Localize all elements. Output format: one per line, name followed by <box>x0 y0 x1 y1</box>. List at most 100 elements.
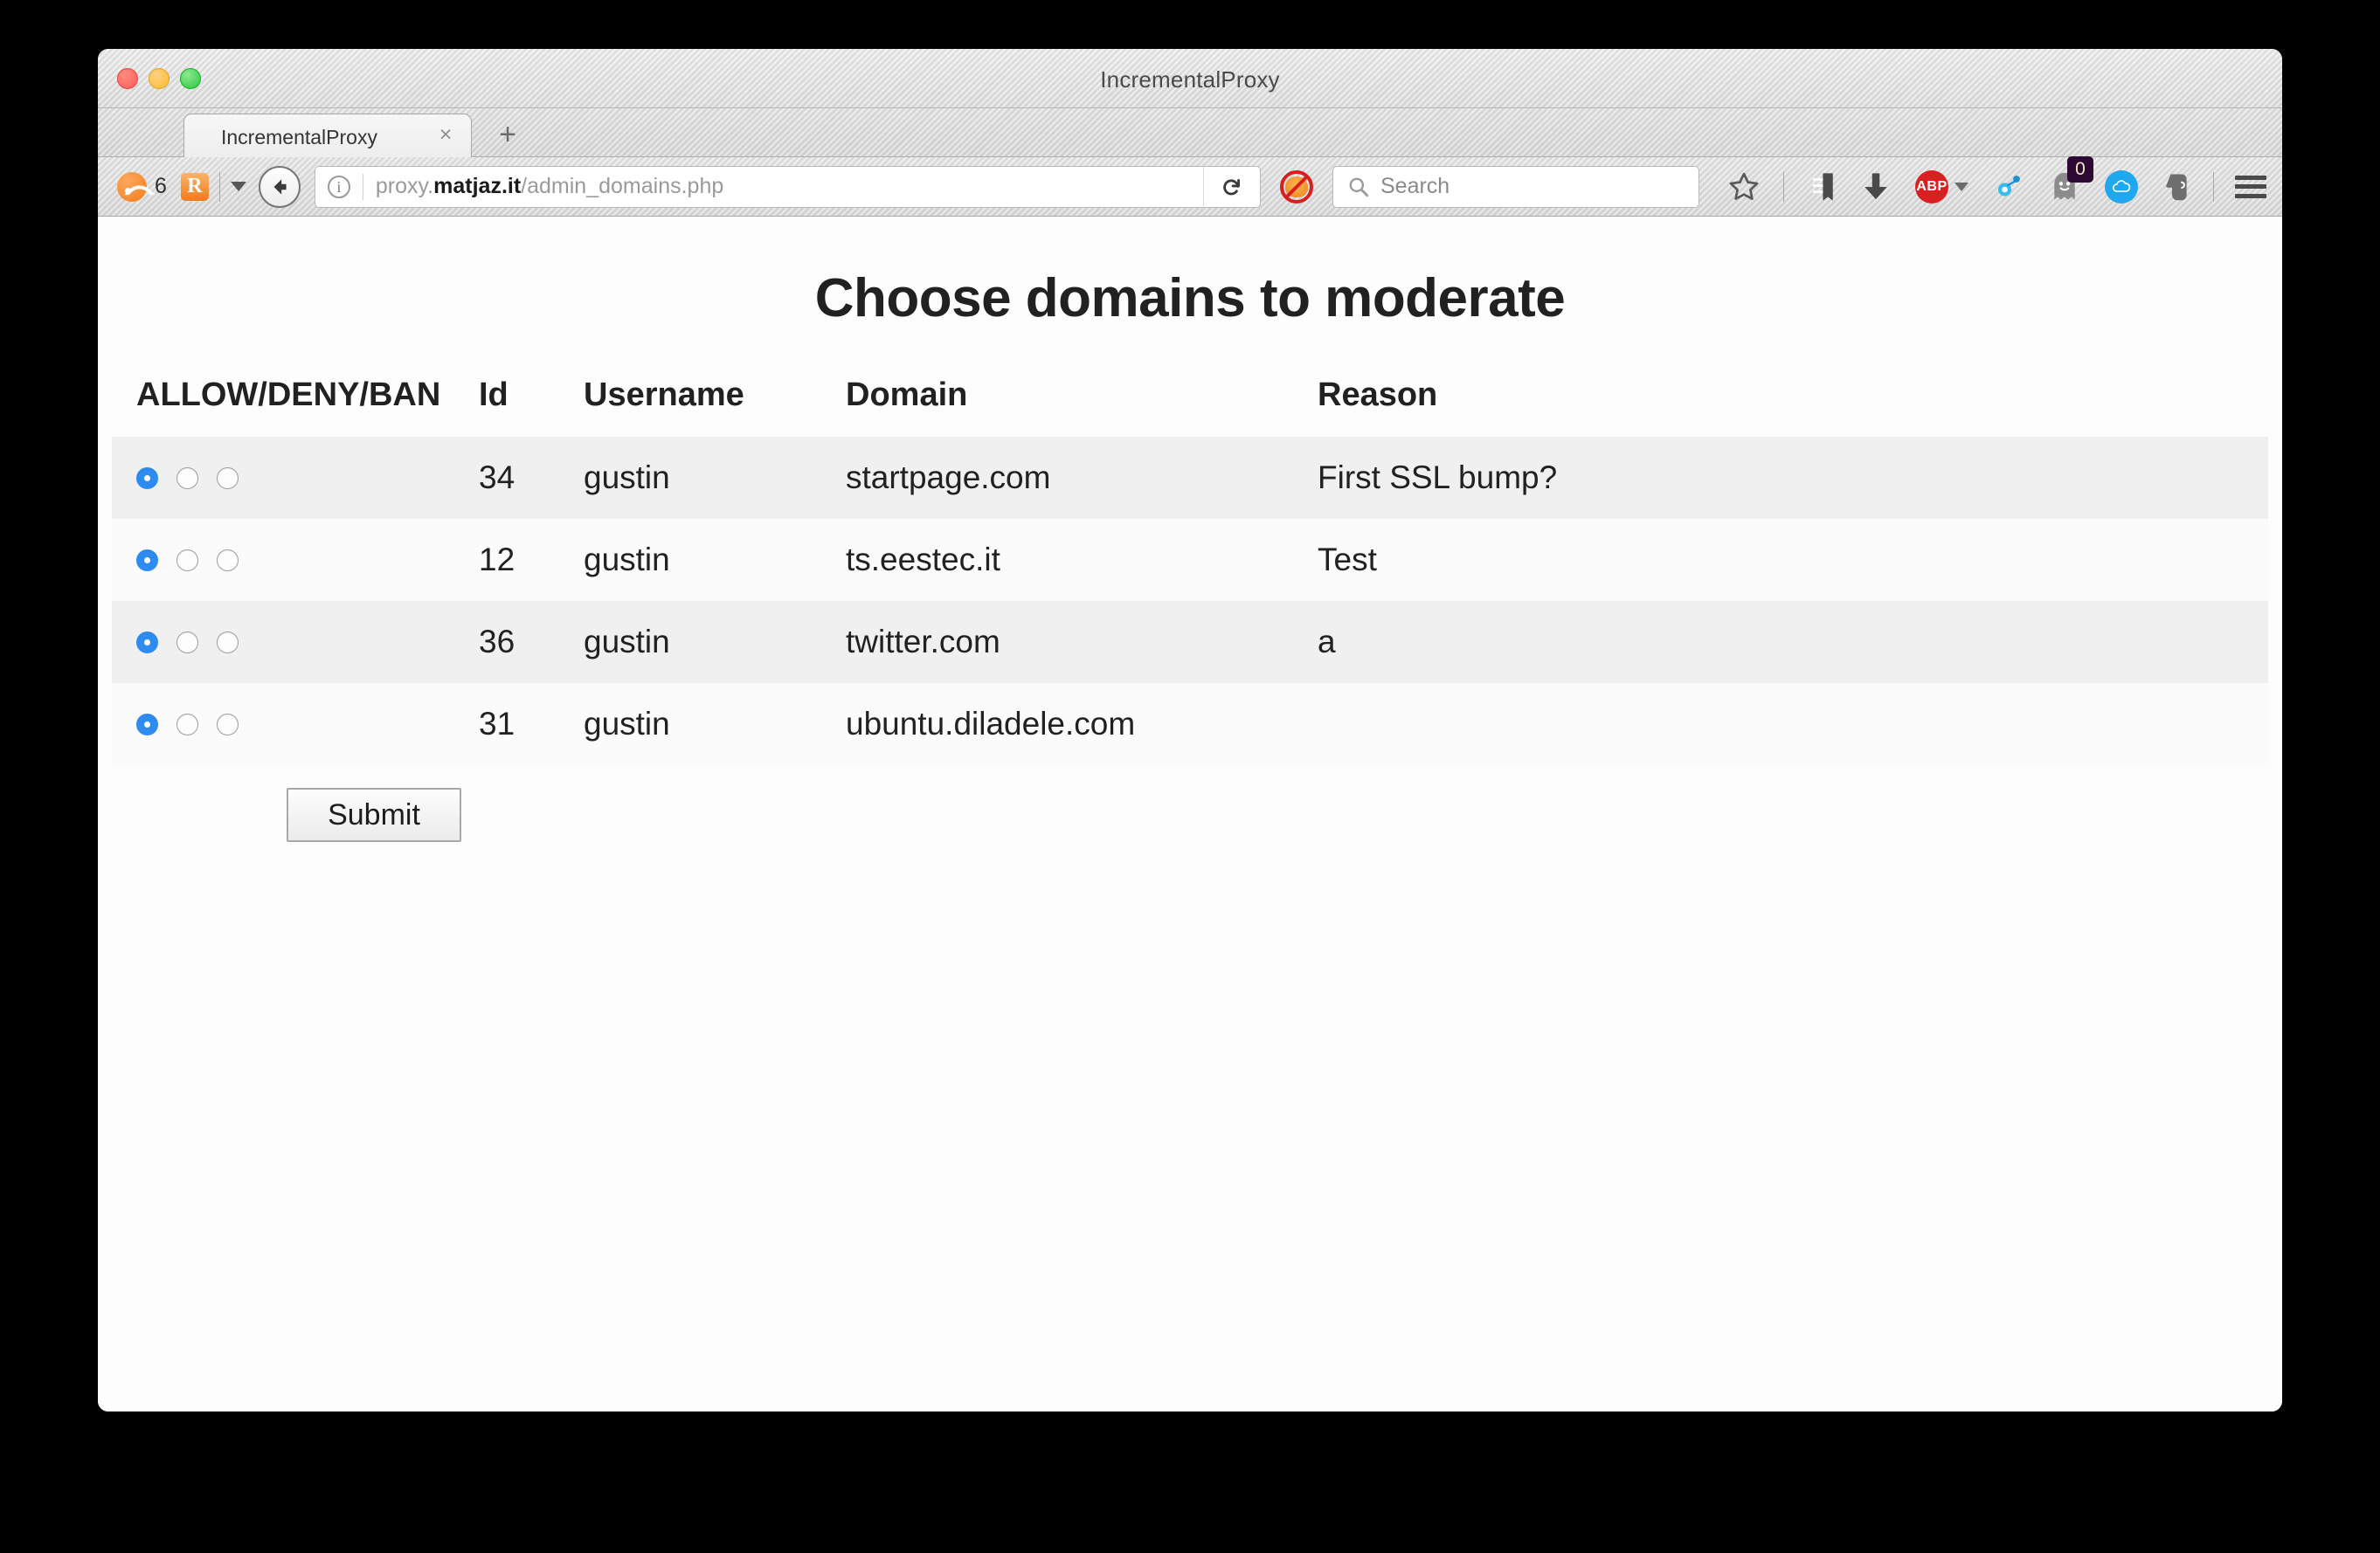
hamburger-line-3 <box>2235 193 2266 198</box>
row-action-cell <box>112 437 479 519</box>
page-info-icon[interactable]: i <box>327 175 350 198</box>
cell-username: gustin <box>584 437 846 519</box>
row-action-cell <box>112 601 479 683</box>
column-header-domain: Domain <box>846 376 968 413</box>
row-action-cell <box>112 519 479 601</box>
noscript-blocked-icon[interactable] <box>1280 169 1313 204</box>
table-row: 36 gustin twitter.com a <box>112 601 2268 683</box>
submit-row: Submit <box>112 765 2268 865</box>
table-row: 12 gustin ts.eestec.it Test <box>112 519 2268 601</box>
url-path: /admin_domains.php <box>521 174 724 198</box>
window-titlebar: IncrementalProxy <box>98 49 2282 108</box>
search-input[interactable] <box>1380 174 1660 199</box>
radio-group <box>136 466 479 489</box>
cell-reason: a <box>1318 601 2268 683</box>
adblock-plus-icon: ABP <box>1915 169 1948 204</box>
cell-reason <box>1318 683 2268 765</box>
domains-table-body: 34 gustin startpage.com First SSL bump? … <box>112 437 2268 865</box>
search-box[interactable] <box>1332 165 1699 208</box>
back-arrow-icon <box>273 178 287 195</box>
cell-username: gustin <box>584 519 846 601</box>
row-action-cell <box>112 683 479 765</box>
reload-button[interactable] <box>1203 165 1261 208</box>
window-title: IncrementalProxy <box>1100 66 1280 93</box>
radio-ban[interactable] <box>217 713 239 735</box>
navigation-toolbar: 6 R i proxy.matjaz.it/admin_domains.php <box>98 155 2282 217</box>
radio-deny[interactable] <box>176 631 198 653</box>
url-domain: matjaz.it <box>433 174 522 198</box>
adblock-dropdown-icon[interactable] <box>1955 182 1968 191</box>
downloads-icon <box>1865 172 1887 199</box>
cell-domain: twitter.com <box>846 601 1318 683</box>
cell-domain: startpage.com <box>846 437 1318 519</box>
hamburger-line-1 <box>2235 175 2266 180</box>
domains-table: ALLOW/DENY/BAN Id Username Domain Reason <box>112 368 2268 865</box>
radio-ban[interactable] <box>217 631 239 653</box>
toolbar-icon-cluster: ABP 0 <box>1715 155 2266 204</box>
toolbar-divider <box>218 171 220 202</box>
radio-allow[interactable] <box>136 466 158 489</box>
page-content: Choose domains to moderate ALLOW/DENY/BA… <box>98 217 2282 1412</box>
bookmark-star-button[interactable] <box>1727 170 1761 204</box>
cell-id: 31 <box>479 683 584 765</box>
cell-domain: ubuntu.diladele.com <box>846 683 1318 765</box>
search-icon <box>1349 177 1369 197</box>
domains-table-head: ALLOW/DENY/BAN Id Username Domain Reason <box>112 368 2268 437</box>
cloud-button[interactable] <box>2105 169 2138 204</box>
hubspot-icon <box>1998 175 2020 196</box>
toolbar-divider-3 <box>2213 171 2214 202</box>
radio-allow[interactable] <box>136 713 158 735</box>
radio-ban[interactable] <box>217 549 239 571</box>
radio-deny[interactable] <box>176 549 198 571</box>
browser-window: IncrementalProxy IncrementalProxy × + 6 … <box>98 49 2282 1412</box>
cell-id: 34 <box>479 437 584 519</box>
new-tab-button[interactable]: + <box>493 120 522 150</box>
cell-id: 36 <box>479 601 584 683</box>
hubspot-button[interactable] <box>1993 171 2024 203</box>
radio-deny[interactable] <box>176 466 198 489</box>
reader-icon[interactable]: R <box>180 172 209 201</box>
ghostery-tracker-count-badge: 0 <box>2067 155 2093 183</box>
cell-username: gustin <box>584 601 846 683</box>
radio-group <box>136 631 479 653</box>
radio-deny[interactable] <box>176 713 198 735</box>
browser-tab[interactable]: IncrementalProxy × <box>183 114 472 157</box>
url-bar[interactable]: i proxy.matjaz.it/admin_domains.php <box>314 165 1203 208</box>
radio-allow[interactable] <box>136 549 158 571</box>
radio-group <box>136 549 479 571</box>
cell-id: 12 <box>479 519 584 601</box>
column-header-reason: Reason <box>1318 376 1438 413</box>
hamburger-line-2 <box>2235 184 2266 189</box>
evernote-button[interactable] <box>2162 170 2190 204</box>
cell-reason: First SSL bump? <box>1318 437 2268 519</box>
rss-unread-count: 6 <box>155 174 167 198</box>
ghostery-button[interactable]: 0 <box>2049 155 2093 204</box>
table-header-row: ALLOW/DENY/BAN Id Username Domain Reason <box>112 368 2268 437</box>
radio-ban[interactable] <box>217 466 239 489</box>
downloads-button[interactable] <box>1861 170 1891 204</box>
column-header-action: ALLOW/DENY/BAN <box>136 376 441 413</box>
cell-reason: Test <box>1318 519 2268 601</box>
rss-feed-icon[interactable] <box>117 171 147 202</box>
tab-close-icon[interactable]: × <box>434 124 457 147</box>
column-header-username: Username <box>584 376 744 413</box>
reader-dropdown-icon[interactable] <box>230 182 246 191</box>
toolbar-divider-2 <box>1783 171 1784 202</box>
reading-list-icon <box>1810 172 1833 201</box>
cloud-glyph <box>2112 179 2131 192</box>
evernote-icon <box>2166 173 2187 200</box>
tab-strip: IncrementalProxy × + <box>98 108 2282 157</box>
column-header-id: Id <box>479 376 509 413</box>
bookmark-star-icon <box>1729 172 1759 200</box>
menu-hamburger-icon[interactable] <box>2235 175 2266 198</box>
back-button[interactable] <box>258 165 301 208</box>
page-title: Choose domains to moderate <box>814 268 1566 328</box>
submit-cell: Submit <box>112 765 2268 865</box>
submit-button[interactable]: Submit <box>287 788 461 842</box>
url-prefix: proxy. <box>375 174 434 198</box>
adblock-plus-button[interactable]: ABP <box>1915 169 1968 204</box>
table-row: 34 gustin startpage.com First SSL bump? <box>112 437 2268 519</box>
cloud-icon <box>2105 169 2138 204</box>
reading-list-button[interactable] <box>1807 170 1837 204</box>
radio-allow[interactable] <box>136 631 158 653</box>
